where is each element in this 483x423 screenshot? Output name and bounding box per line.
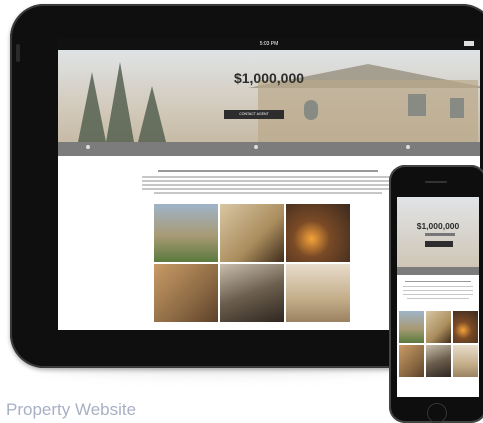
house-window bbox=[304, 100, 318, 120]
phone-text-line bbox=[405, 281, 471, 283]
contact-agent-button[interactable]: CONTACT AGENT bbox=[224, 110, 284, 119]
tablet-side-button bbox=[16, 44, 20, 62]
tree-image bbox=[138, 86, 166, 142]
nav-icon bbox=[254, 145, 258, 149]
phone-device: $1,000,000 bbox=[389, 165, 483, 423]
gallery-photo-office[interactable] bbox=[286, 264, 350, 322]
gallery-photo-kitchen[interactable] bbox=[220, 264, 284, 322]
phone-photo-kitchen[interactable] bbox=[426, 345, 451, 377]
phone-listing-price: $1,000,000 bbox=[416, 221, 460, 231]
gallery-photo-fireplace[interactable] bbox=[286, 204, 350, 262]
phone-text-line bbox=[403, 286, 473, 288]
phone-home-button[interactable] bbox=[427, 403, 447, 423]
house-window bbox=[450, 98, 464, 118]
description-text-line bbox=[142, 184, 394, 186]
phone-contact-button[interactable] bbox=[425, 241, 453, 247]
nav-icon bbox=[406, 145, 410, 149]
nav-item-3[interactable] bbox=[406, 145, 410, 150]
description-text-line bbox=[142, 176, 394, 178]
phone-address-placeholder bbox=[425, 233, 455, 236]
phone-text-line bbox=[407, 298, 469, 300]
phone-screen: $1,000,000 bbox=[397, 197, 479, 397]
phone-text-line bbox=[403, 290, 473, 292]
nav-item-1[interactable] bbox=[86, 145, 90, 150]
phone-photo-office[interactable] bbox=[453, 345, 478, 377]
house-image bbox=[258, 80, 478, 142]
phone-photo-exterior[interactable] bbox=[399, 311, 424, 343]
photo-gallery bbox=[154, 204, 354, 330]
description-text-line bbox=[142, 188, 394, 190]
status-time: 5:03 PM bbox=[259, 41, 279, 47]
phone-hero-banner: $1,000,000 bbox=[397, 197, 479, 267]
phone-nav-bar bbox=[397, 267, 479, 275]
description-text-line bbox=[154, 192, 382, 194]
phone-text-line bbox=[403, 294, 473, 296]
status-bar: 5:03 PM bbox=[58, 38, 480, 50]
house-window bbox=[408, 94, 426, 116]
listing-price: $1,000,000 bbox=[233, 70, 305, 86]
nav-icon bbox=[86, 145, 90, 149]
battery-icon bbox=[464, 41, 474, 46]
hero-banner: $1,000,000 CONTACT AGENT bbox=[58, 50, 480, 142]
page-caption: Property Website bbox=[6, 400, 137, 419]
gallery-photo-dining[interactable] bbox=[220, 204, 284, 262]
phone-photo-dining[interactable] bbox=[426, 311, 451, 343]
phone-speaker bbox=[425, 181, 447, 183]
gallery-photo-exterior[interactable] bbox=[154, 204, 218, 262]
gallery-photo-bedroom[interactable] bbox=[154, 264, 218, 322]
nav-item-2[interactable] bbox=[254, 145, 258, 150]
phone-photo-fireplace[interactable] bbox=[453, 311, 478, 343]
description-heading-line bbox=[158, 170, 378, 172]
description-text-line bbox=[142, 180, 394, 182]
phone-photo-bedroom[interactable] bbox=[399, 345, 424, 377]
section-nav-bar bbox=[58, 142, 480, 156]
